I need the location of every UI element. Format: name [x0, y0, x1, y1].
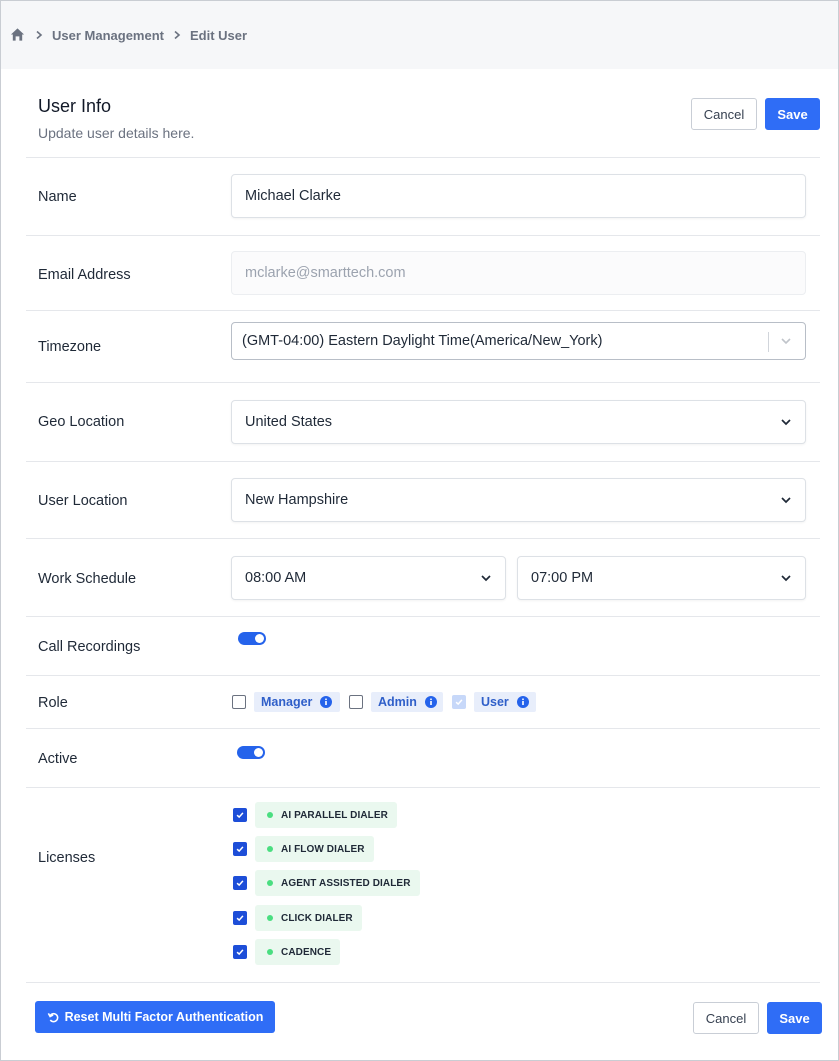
license-label: CLICK DIALER: [281, 912, 353, 924]
page-title: User Info: [38, 96, 112, 116]
license-label: AI PARALLEL DIALER: [281, 809, 388, 821]
status-dot: [267, 812, 273, 818]
chevron-down-icon[interactable]: [779, 493, 793, 507]
license-label: AGENT ASSISTED DIALER: [281, 877, 411, 889]
work-schedule-end-value: 07:00 PM: [531, 570, 594, 586]
reset-mfa-button[interactable]: Reset Multi Factor Authentication: [35, 1001, 275, 1033]
breadcrumb-user-management[interactable]: User Management: [52, 28, 164, 43]
role-manager-label: Manager: [261, 695, 313, 709]
status-dot: [267, 915, 273, 921]
role-label: Role: [38, 695, 68, 711]
rotate-ccw-icon: [47, 1011, 60, 1024]
home-icon[interactable]: [10, 27, 26, 43]
license-checkbox-ai-flow-dialer[interactable]: [233, 842, 247, 856]
licenses-row: Licenses AI PARALLEL DIALER AI FLOW DIAL…: [26, 788, 820, 983]
role-row: Role Manager Admin User: [26, 676, 820, 729]
info-icon[interactable]: [320, 696, 333, 708]
geo-location-row: Geo Location United States: [26, 383, 820, 462]
select-divider: [768, 332, 769, 352]
check-icon: [236, 949, 244, 956]
chevron-right-icon: [164, 30, 190, 40]
save-button[interactable]: Save: [765, 98, 820, 130]
check-icon: [236, 812, 244, 819]
info-icon[interactable]: [424, 696, 437, 708]
app-window: User Management Edit User User Info Upda…: [0, 0, 839, 1061]
licenses-label: Licenses: [38, 850, 96, 866]
footer-cancel-button[interactable]: Cancel: [693, 1002, 759, 1034]
info-icon[interactable]: [516, 696, 529, 708]
user-form-card: User Info Update user details here. Canc…: [26, 69, 822, 1060]
work-schedule-start-value: 08:00 AM: [245, 570, 307, 586]
check-icon: [236, 915, 244, 922]
email-row: Email Address mclarke@smarttech.com: [26, 236, 820, 311]
license-checkbox-cadence[interactable]: [233, 945, 247, 959]
role-admin-chip: Admin: [371, 692, 443, 712]
chevron-down-icon[interactable]: [779, 415, 793, 429]
name-row: Name Michael Clarke: [26, 158, 820, 236]
license-checkbox-agent-assisted-dialer[interactable]: [233, 876, 247, 890]
user-location-label: User Location: [38, 493, 128, 509]
license-label: AI FLOW DIALER: [281, 843, 365, 855]
license-chip: AI FLOW DIALER: [255, 836, 374, 862]
role-manager-checkbox[interactable]: [232, 695, 246, 709]
role-manager-chip: Manager: [254, 692, 340, 712]
role-admin-label: Admin: [378, 695, 417, 709]
license-chip: CLICK DIALER: [255, 905, 362, 931]
geo-location-select[interactable]: United States: [231, 400, 806, 444]
footer-save-button[interactable]: Save: [767, 1002, 822, 1034]
cancel-button[interactable]: Cancel: [691, 98, 757, 130]
geo-location-label: Geo Location: [38, 414, 125, 430]
chevron-down-icon[interactable]: [779, 571, 793, 585]
call-recordings-toggle[interactable]: [238, 632, 266, 645]
license-chip: CADENCE: [255, 939, 341, 965]
role-user-chip: User: [474, 692, 536, 712]
work-schedule-start-select[interactable]: 08:00 AM: [231, 556, 506, 600]
reset-mfa-label: Reset Multi Factor Authentication: [64, 1010, 264, 1024]
name-input[interactable]: Michael Clarke: [231, 174, 806, 218]
timezone-label: Timezone: [38, 339, 102, 355]
license-chip: AGENT ASSISTED DIALER: [255, 870, 420, 896]
geo-location-value: United States: [245, 414, 333, 430]
license-checkbox-click-dialer[interactable]: [233, 911, 247, 925]
user-location-select[interactable]: New Hampshire: [231, 478, 806, 522]
role-user-checkbox[interactable]: [452, 695, 466, 709]
call-recordings-row: Call Recordings: [26, 617, 820, 676]
license-checkbox-ai-parallel-dialer[interactable]: [233, 808, 247, 822]
status-dot: [267, 846, 273, 852]
breadcrumb-edit-user: Edit User: [189, 27, 248, 43]
timezone-value: (GMT-04:00) Eastern Daylight Time(Americ…: [242, 333, 603, 349]
check-icon: [236, 880, 244, 887]
license-label: CADENCE: [281, 946, 332, 958]
user-location-value: New Hampshire: [245, 492, 349, 508]
work-schedule-label: Work Schedule: [38, 571, 137, 587]
email-label: Email Address: [38, 267, 131, 283]
form-header: User Info Update user details here. Canc…: [26, 69, 820, 158]
role-admin-checkbox[interactable]: [349, 695, 363, 709]
page-subtitle: Update user details here.: [38, 125, 195, 141]
timezone-select[interactable]: (GMT-04:00) Eastern Daylight Time(Americ…: [231, 322, 806, 360]
license-chip: AI PARALLEL DIALER: [255, 802, 397, 828]
active-toggle[interactable]: [237, 746, 265, 759]
call-recordings-label: Call Recordings: [38, 639, 141, 655]
active-label: Active: [38, 751, 78, 767]
name-label: Name: [38, 189, 77, 205]
breadcrumb: User Management Edit User: [1, 1, 838, 69]
status-dot: [267, 880, 273, 886]
timezone-row: Timezone (GMT-04:00) Eastern Daylight Ti…: [26, 311, 820, 383]
chevron-right-icon: [26, 30, 52, 40]
status-dot: [267, 949, 273, 955]
check-icon: [455, 699, 463, 706]
chevron-down-icon[interactable]: [479, 571, 493, 585]
check-icon: [236, 846, 244, 853]
work-schedule-end-select[interactable]: 07:00 PM: [517, 556, 806, 600]
chevron-down-icon[interactable]: [779, 334, 793, 348]
active-row: Active: [26, 729, 820, 788]
email-field[interactable]: mclarke@smarttech.com: [231, 251, 806, 295]
user-location-row: User Location New Hampshire: [26, 462, 820, 539]
role-user-label: User: [481, 695, 509, 709]
work-schedule-row: Work Schedule 08:00 AM 07:00 PM: [26, 539, 820, 617]
